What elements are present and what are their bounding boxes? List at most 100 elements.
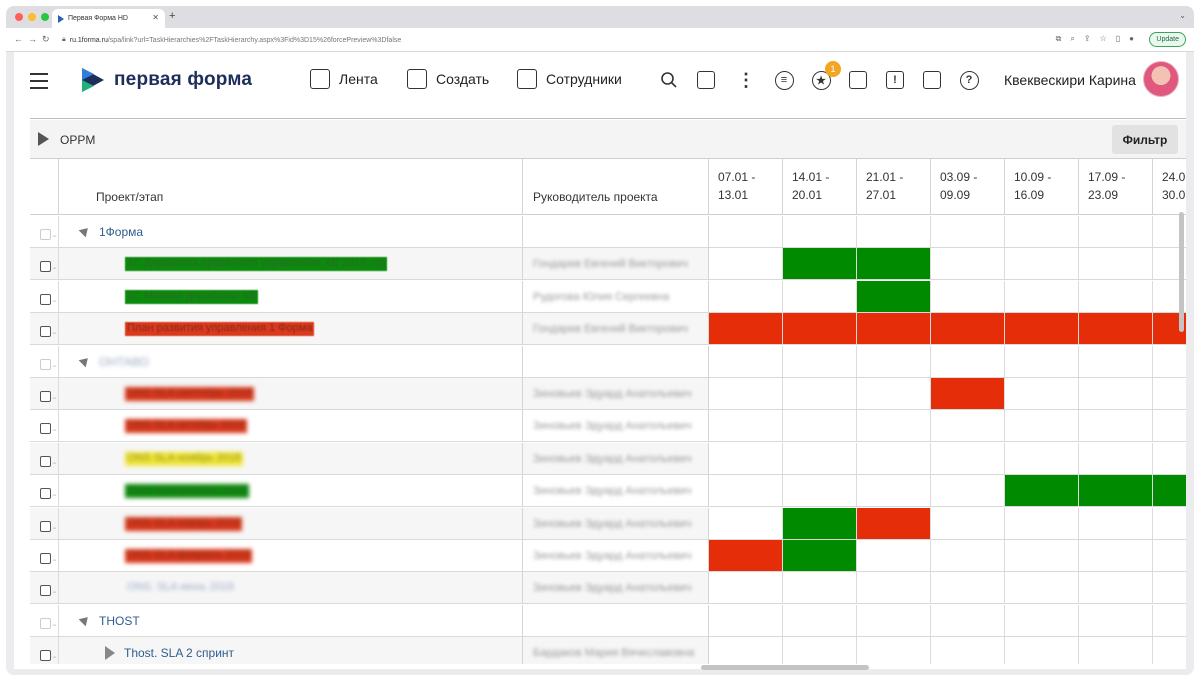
row-checkbox[interactable] xyxy=(40,553,51,564)
status-cell-green[interactable] xyxy=(857,248,931,280)
week-cell[interactable] xyxy=(1005,410,1079,442)
row-checkbox[interactable] xyxy=(40,423,51,435)
week-cell[interactable] xyxy=(857,216,931,247)
row-checkbox[interactable] xyxy=(40,326,51,338)
row-checkbox[interactable] xyxy=(40,293,51,305)
week-cell[interactable] xyxy=(709,345,783,377)
status-cell-green[interactable] xyxy=(1005,475,1079,507)
week-cell[interactable] xyxy=(1079,248,1153,280)
row-checkbox[interactable] xyxy=(40,229,51,240)
week-cell[interactable] xyxy=(1153,443,1186,474)
nav-employees-button[interactable]: Сотрудники xyxy=(517,69,622,89)
nav-create-button[interactable]: Создать xyxy=(407,69,489,89)
table-row[interactable]: ··· 1С Доработка проектного управления ХВ… xyxy=(30,248,1186,281)
table-row[interactable]: ··· ONS SLA январь 2019 Зиновьев Эдуард Ан… xyxy=(30,507,1186,540)
week-cell[interactable] xyxy=(1153,410,1186,441)
week-cell[interactable] xyxy=(1153,508,1186,539)
week-cell[interactable] xyxy=(709,280,783,312)
group-row[interactable]: ··· ОНТАВО xyxy=(30,345,1186,378)
week-cell[interactable] xyxy=(857,410,931,442)
week-cell[interactable] xyxy=(709,410,783,442)
status-cell-red[interactable] xyxy=(931,313,1005,345)
horizontal-scrollbar[interactable] xyxy=(701,665,869,670)
user-name[interactable]: Квеквескири Карина xyxy=(1004,72,1136,88)
week-cell[interactable] xyxy=(783,378,857,409)
status-cell-red[interactable] xyxy=(1005,313,1079,345)
week-cell[interactable] xyxy=(857,604,931,636)
table-row[interactable]: ··· ONS. SLA июнь 2018 Зиновьев Эдуард Ана… xyxy=(30,572,1186,605)
week-cell[interactable] xyxy=(709,475,783,507)
chat-icon[interactable]: ≡ xyxy=(774,70,794,90)
status-cell-green[interactable] xyxy=(1153,475,1186,507)
table-row[interactable]: ··· 1С Мелкие доработки ХВ Рудогова Юлия С… xyxy=(30,280,1186,313)
week-cell[interactable] xyxy=(1005,540,1079,571)
week-cell[interactable] xyxy=(1005,604,1079,636)
status-cell-red[interactable] xyxy=(857,313,931,345)
week-cell[interactable] xyxy=(1005,216,1079,247)
column-header-project[interactable]: Проект/этап xyxy=(59,159,523,215)
week-cell[interactable] xyxy=(1079,637,1153,664)
bookmark-star-icon[interactable]: ☆ xyxy=(1100,34,1107,44)
week-cell[interactable] xyxy=(1005,378,1079,409)
week-cell[interactable] xyxy=(1079,216,1153,247)
week-cell[interactable] xyxy=(931,216,1005,247)
week-cell[interactable] xyxy=(1079,540,1153,571)
table-row[interactable]: ··· ONS SLA декабрь 2018 Зиновьев Эдуард А… xyxy=(30,475,1186,508)
week-cell[interactable] xyxy=(857,442,931,474)
week-cell[interactable] xyxy=(1005,345,1079,377)
week-cell[interactable] xyxy=(1079,410,1153,442)
forward-icon[interactable]: → xyxy=(28,34,37,44)
favorites-icon[interactable]: ★ 1 xyxy=(811,61,841,90)
task-link[interactable]: ONS SLA январь 2019 xyxy=(125,516,243,531)
week-cell[interactable] xyxy=(709,248,783,280)
task-link[interactable]: ONS. SLA июнь 2018 xyxy=(125,581,236,595)
week-cell[interactable] xyxy=(1153,540,1186,571)
week-cell[interactable] xyxy=(857,572,931,604)
status-cell-green[interactable] xyxy=(783,540,857,571)
table-row[interactable]: ··· Thost. SLA 2 спринт Бардаков Мария Вяч… xyxy=(30,637,1186,664)
minimize-window-button[interactable] xyxy=(28,13,36,21)
group-row[interactable]: ··· 1Форма xyxy=(30,216,1186,248)
week-cell[interactable] xyxy=(1079,442,1153,474)
row-checkbox[interactable] xyxy=(40,585,51,597)
row-checkbox[interactable] xyxy=(40,617,51,629)
week-cell[interactable] xyxy=(931,280,1005,312)
task-link[interactable]: План развития управления 1 Форма xyxy=(125,322,315,337)
status-cell-red[interactable] xyxy=(931,378,1005,409)
task-link[interactable]: ONS SLA октябрь 2018 xyxy=(125,419,247,434)
group-toggle[interactable]: THOST xyxy=(78,613,140,628)
task-link[interactable]: ONS SLA ноябрь 2018 xyxy=(125,451,243,466)
week-cell[interactable] xyxy=(1079,345,1153,377)
week-cell[interactable] xyxy=(709,572,783,604)
screenshot-icon[interactable]: ⧉ xyxy=(1056,34,1062,44)
row-checkbox[interactable] xyxy=(40,391,51,402)
row-checkbox[interactable] xyxy=(40,358,51,370)
avatar[interactable] xyxy=(1143,61,1179,97)
week-cell[interactable] xyxy=(931,248,1005,280)
task-link[interactable]: ONS SLA сентябрь 2018 xyxy=(125,387,254,401)
week-cell[interactable] xyxy=(709,216,783,247)
week-cell[interactable] xyxy=(857,345,931,377)
week-cell[interactable] xyxy=(931,442,1005,474)
row-checkbox[interactable] xyxy=(40,488,51,500)
status-cell-red[interactable] xyxy=(1079,313,1153,345)
close-tab-icon[interactable]: ✕ xyxy=(152,13,159,22)
week-cell[interactable] xyxy=(783,216,857,247)
more-vertical-icon[interactable]: ⋮ xyxy=(736,70,756,90)
calendar-icon[interactable] xyxy=(696,70,716,90)
vertical-scrollbar[interactable] xyxy=(1179,212,1184,332)
week-cell[interactable] xyxy=(857,378,931,409)
week-cell[interactable] xyxy=(931,410,1005,442)
week-cell[interactable] xyxy=(783,345,857,377)
week-cell[interactable] xyxy=(709,637,783,664)
close-window-button[interactable] xyxy=(15,13,23,21)
column-header-manager[interactable]: Руководитель проекта xyxy=(523,159,709,215)
browser-tab[interactable]: Первая Форма HD ✕ xyxy=(52,9,165,28)
logo[interactable]: первая форма xyxy=(80,66,252,94)
week-cell[interactable] xyxy=(1153,346,1186,377)
status-cell-red[interactable] xyxy=(709,540,783,571)
week-cell[interactable] xyxy=(783,637,857,664)
search-icon[interactable] xyxy=(659,70,679,90)
row-checkbox[interactable] xyxy=(40,520,51,532)
maximize-window-button[interactable] xyxy=(41,13,49,21)
